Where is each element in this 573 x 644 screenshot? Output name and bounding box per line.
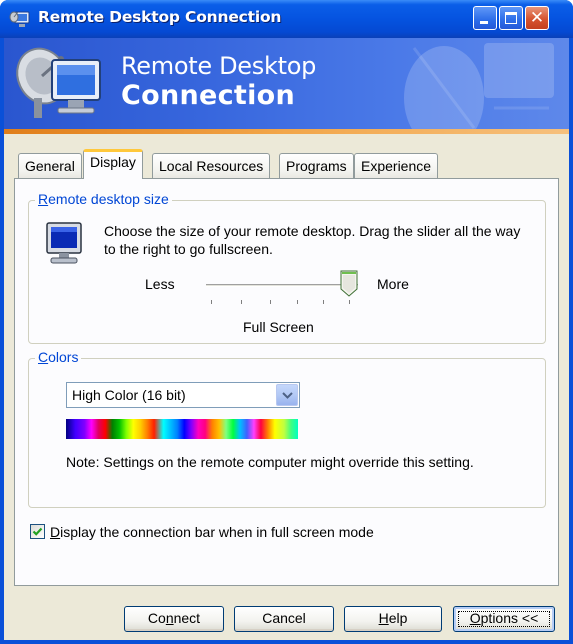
- help-button[interactable]: Help: [344, 606, 442, 632]
- tab-local-resources[interactable]: Local Resources: [152, 153, 271, 178]
- connection-bar-checkbox[interactable]: [30, 524, 45, 539]
- header-banner: Remote Desktop Connection: [4, 38, 569, 134]
- minimize-button[interactable]: [473, 6, 497, 30]
- remote-desktop-size-legend: Remote desktop size: [35, 191, 172, 207]
- slider-tick: [270, 300, 271, 304]
- tab-experience-label: Experience: [361, 158, 432, 174]
- monitor-icon: [51, 59, 101, 114]
- display-monitor-icon: [46, 222, 82, 264]
- legend-text: olors: [48, 349, 79, 365]
- remote-size-slider-track[interactable]: [206, 284, 358, 287]
- button-text: Co: [147, 610, 166, 626]
- banner-title-line2: Connection: [121, 80, 296, 111]
- color-depth-preview-bar: [66, 419, 298, 439]
- remote-desktop-window: Remote Desktop Connection ✕ Remote Deskt…: [0, 0, 573, 644]
- legend-mnemonic: C: [38, 349, 49, 365]
- close-icon: ✕: [529, 8, 545, 28]
- color-depth-select[interactable]: High Color (16 bit): [66, 382, 300, 408]
- button-mnemonic: n: [165, 610, 174, 626]
- options-button[interactable]: Options <<: [453, 606, 555, 632]
- slider-tick: [323, 300, 324, 304]
- minimize-icon: [480, 21, 488, 24]
- slider-tick: [297, 300, 298, 304]
- tab-display-label: Display: [90, 154, 136, 170]
- button-text: Cancel: [262, 610, 306, 626]
- remote-desktop-app-icon: [9, 11, 30, 27]
- maximize-icon: [505, 12, 517, 24]
- colors-note: Note: Settings on the remote computer mi…: [66, 454, 474, 470]
- connection-bar-label[interactable]: Display the connection bar when in full …: [50, 523, 374, 541]
- label-text: isplay the connection bar when in full s…: [60, 524, 374, 540]
- connect-button[interactable]: Connect: [124, 606, 224, 632]
- slider-less-label: Less: [145, 276, 175, 292]
- title-bar[interactable]: Remote Desktop Connection ✕: [0, 0, 573, 38]
- tab-display[interactable]: Display: [83, 149, 143, 179]
- window-title: Remote Desktop Connection: [38, 8, 282, 26]
- tab-general[interactable]: General: [18, 153, 82, 178]
- tab-general-label: General: [25, 158, 75, 174]
- legend-mnemonic: R: [38, 191, 49, 207]
- maximize-button[interactable]: [499, 6, 523, 30]
- tab-experience[interactable]: Experience: [354, 153, 439, 178]
- close-button[interactable]: ✕: [525, 6, 549, 30]
- slider-tick: [211, 300, 212, 304]
- tab-programs[interactable]: Programs: [279, 153, 354, 178]
- remote-size-description: Choose the size of your remote desktop. …: [104, 223, 521, 257]
- banner-title-line1: Remote Desktop: [121, 52, 317, 80]
- cancel-button[interactable]: Cancel: [234, 606, 334, 632]
- color-depth-selected: High Color (16 bit): [72, 387, 186, 403]
- tab-local-resources-label: Local Resources: [159, 158, 264, 174]
- slider-value-label: Full Screen: [243, 319, 314, 335]
- button-text: elp: [388, 610, 408, 626]
- button-mnemonic: H: [378, 610, 389, 626]
- focus-rectangle: [458, 611, 550, 627]
- label-mnemonic: D: [50, 524, 61, 540]
- slider-more-label: More: [377, 276, 409, 292]
- button-text: nect: [173, 610, 201, 626]
- slider-tick: [349, 300, 350, 304]
- colors-legend: Colors: [35, 349, 82, 365]
- checkmark-icon: [32, 527, 43, 536]
- slider-tick: [241, 300, 242, 304]
- tab-programs-label: Programs: [286, 158, 347, 174]
- chevron-down-icon: [282, 392, 293, 399]
- legend-text: emote desktop size: [48, 191, 169, 207]
- remote-size-slider-thumb[interactable]: [340, 270, 358, 297]
- color-depth-dropdown-button[interactable]: [276, 384, 298, 406]
